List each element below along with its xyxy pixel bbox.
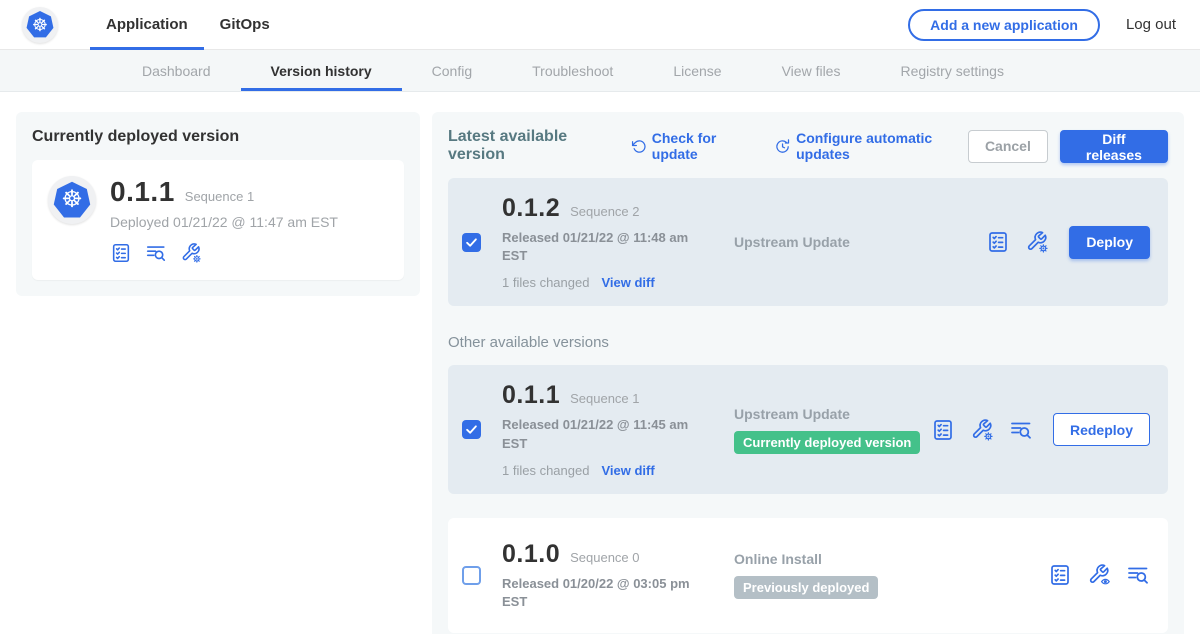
configure-automatic-updates-link[interactable]: Configure automatic updates — [775, 130, 968, 162]
tab-registry-settings[interactable]: Registry settings — [870, 50, 1033, 91]
tab-view-files[interactable]: View files — [752, 50, 871, 91]
sequence-label: Sequence 0 — [570, 550, 639, 565]
version-row: 0.1.0 Sequence 0 Released 01/20/22 @ 03:… — [448, 518, 1168, 633]
check-icon — [464, 235, 479, 250]
clock-refresh-icon — [775, 138, 790, 155]
redeploy-button[interactable]: Redeploy — [1053, 413, 1150, 446]
logs-search-icon[interactable] — [1126, 563, 1150, 587]
version-history-panel: Latest available version Check for updat… — [432, 112, 1184, 634]
tab-gitops[interactable]: GitOps — [204, 0, 286, 50]
tab-config[interactable]: Config — [402, 50, 502, 91]
refresh-icon — [631, 138, 646, 155]
checklist-icon[interactable] — [931, 418, 955, 442]
latest-available-title: Latest available version — [448, 128, 609, 164]
top-header: ☸ Application GitOps Add a new applicati… — [0, 0, 1200, 50]
version-source: Upstream Update — [734, 406, 931, 422]
currently-deployed-card: Currently deployed version ☸ 0.1.1 Seque… — [16, 112, 420, 296]
checklist-icon[interactable] — [986, 230, 1010, 254]
latest-available-header: Latest available version Check for updat… — [448, 128, 1168, 164]
version-checkbox[interactable] — [462, 233, 481, 252]
wrench-eye-icon[interactable] — [1087, 563, 1111, 587]
released-timestamp: Released 01/20/22 @ 03:05 pm EST — [502, 575, 700, 611]
wrench-gear-icon[interactable] — [970, 418, 994, 442]
version-row: 0.1.1 Sequence 1 Released 01/21/22 @ 11:… — [448, 365, 1168, 493]
deployed-sequence-label: Sequence 1 — [185, 189, 254, 204]
tab-troubleshoot[interactable]: Troubleshoot — [502, 50, 643, 91]
logout-link[interactable]: Log out — [1126, 16, 1176, 33]
other-versions-title: Other available versions — [448, 334, 1168, 351]
diff-releases-button[interactable]: Diff releases — [1060, 130, 1168, 163]
files-changed-label: 1 files changed — [502, 275, 589, 290]
view-diff-link[interactable]: View diff — [601, 275, 654, 290]
sequence-label: Sequence 1 — [570, 391, 639, 406]
add-application-button[interactable]: Add a new application — [908, 9, 1100, 41]
tab-license[interactable]: License — [643, 50, 751, 91]
app-subnav: Dashboard Version history Config Trouble… — [0, 50, 1200, 92]
version-source: Upstream Update — [734, 234, 986, 250]
check-for-update-link[interactable]: Check for update — [631, 130, 753, 162]
version-row: 0.1.2 Sequence 2 Released 01/21/22 @ 11:… — [448, 178, 1168, 306]
main-content: Currently deployed version ☸ 0.1.1 Seque… — [0, 92, 1200, 634]
tab-version-history[interactable]: Version history — [241, 50, 402, 91]
logs-search-icon[interactable] — [145, 242, 167, 264]
released-timestamp: Released 01/21/22 @ 11:45 am EST — [502, 416, 700, 452]
view-diff-link[interactable]: View diff — [601, 463, 654, 478]
deployed-version-number: 0.1.1 — [110, 176, 175, 208]
files-changed-label: 1 files changed — [502, 463, 589, 478]
logs-search-icon[interactable] — [1009, 418, 1033, 442]
currently-deployed-badge: Currently deployed version — [734, 431, 920, 454]
check-icon — [464, 422, 479, 437]
version-source: Online Install — [734, 551, 1048, 567]
kubernetes-icon: ☸ — [48, 176, 96, 224]
version-number: 0.1.0 — [502, 540, 560, 569]
deploy-button[interactable]: Deploy — [1069, 226, 1150, 259]
deployed-card-title: Currently deployed version — [32, 128, 404, 146]
deployed-version-card: ☸ 0.1.1 Sequence 1 Deployed 01/21/22 @ 1… — [32, 160, 404, 280]
checklist-icon[interactable] — [110, 242, 132, 264]
version-checkbox[interactable] — [462, 566, 481, 585]
version-number: 0.1.2 — [502, 194, 560, 223]
wrench-gear-icon[interactable] — [180, 242, 202, 264]
tab-dashboard[interactable]: Dashboard — [112, 50, 241, 91]
released-timestamp: Released 01/21/22 @ 11:48 am EST — [502, 229, 700, 265]
deployed-timestamp: Deployed 01/21/22 @ 11:47 am EST — [110, 214, 338, 230]
previously-deployed-badge: Previously deployed — [734, 576, 878, 599]
app-nav: Application GitOps — [90, 0, 286, 50]
version-number: 0.1.1 — [502, 381, 560, 410]
wrench-gear-icon[interactable] — [1025, 230, 1049, 254]
version-checkbox[interactable] — [462, 420, 481, 439]
kubernetes-icon: ☸ — [22, 7, 58, 43]
tab-application[interactable]: Application — [90, 0, 204, 50]
cancel-button[interactable]: Cancel — [968, 130, 1048, 163]
checklist-icon[interactable] — [1048, 563, 1072, 587]
sequence-label: Sequence 2 — [570, 204, 639, 219]
